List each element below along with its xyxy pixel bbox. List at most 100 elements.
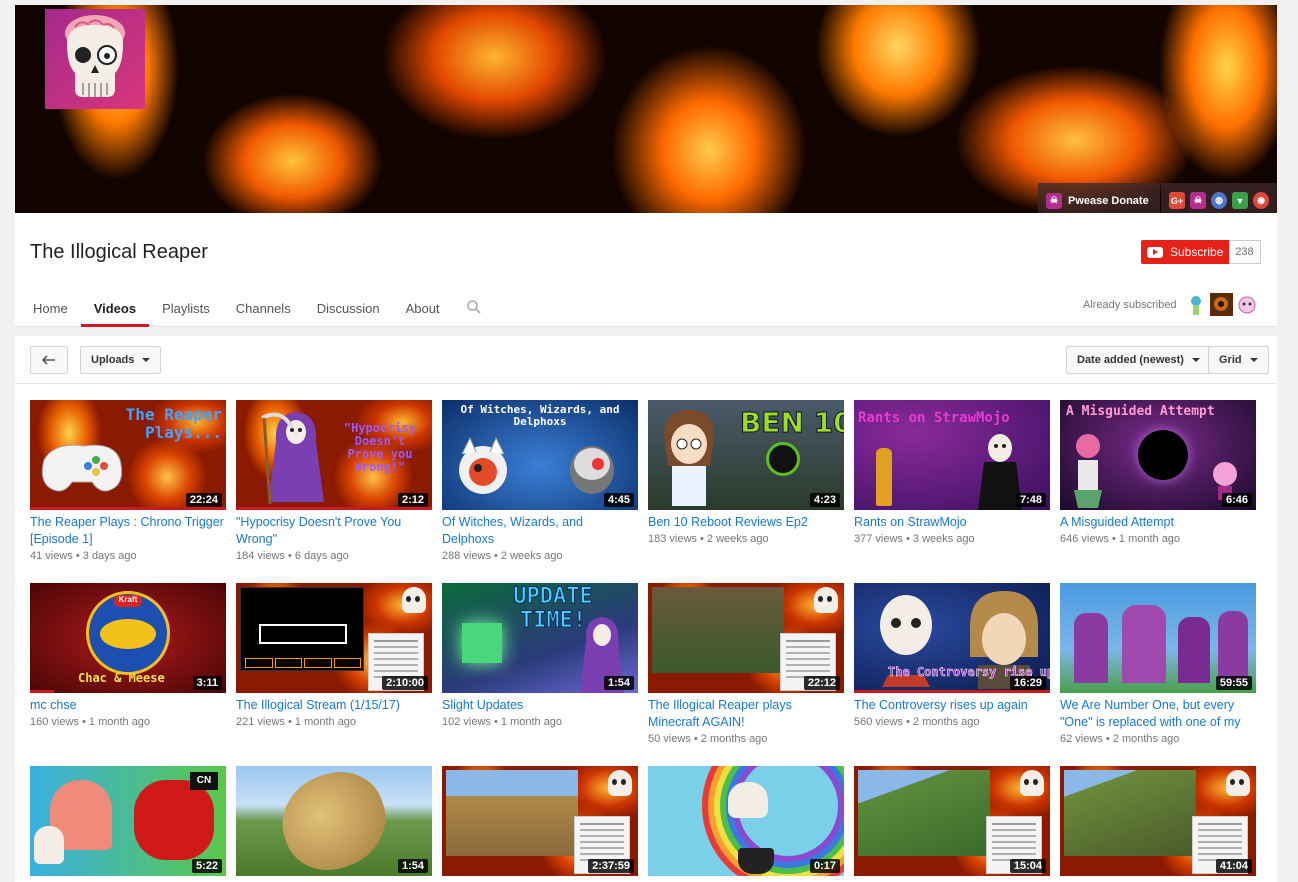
video-thumbnail[interactable]: 22:12 (648, 583, 844, 693)
shirt-icon[interactable]: ▼ (1232, 192, 1248, 209)
video-thumbnail[interactable]: 2:37:59 (442, 766, 638, 876)
upload-age: 2 weeks ago (500, 550, 563, 562)
video-thumbnail[interactable]: Kraft Chac & Meese 3:11 (30, 583, 226, 693)
video-card[interactable]: UPDATE TIME! 1:54 Slight Updates 102 vie… (442, 583, 638, 728)
video-card[interactable]: Rants on StrawMojo 7:48 Rants on StrawMo… (854, 400, 1050, 545)
tab-discussion[interactable]: Discussion (304, 293, 393, 327)
subscriber-count: 238 (1229, 240, 1261, 264)
video-card[interactable]: BEN 10 4:23 Ben 10 Reboot Reviews Ep2 18… (648, 400, 844, 545)
video-thumbnail[interactable]: BEN 10 4:23 (648, 400, 844, 510)
video-card[interactable]: "Hypocrisy Doesn't Prove you Wrong!" 2:1… (236, 400, 432, 562)
video-title[interactable]: Rants on StrawMojo (854, 514, 1050, 531)
video-card[interactable]: The Controversy rise up again 16:29 The … (854, 583, 1050, 728)
subscriber-avatar[interactable] (1185, 293, 1208, 316)
skull-watermark-icon (608, 770, 632, 796)
video-title[interactable]: Ben 10 Reboot Reviews Ep2 (648, 514, 844, 531)
video-meta: 377 views • 3 weeks ago (854, 533, 975, 545)
video-card[interactable]: Kraft Chac & Meese 3:11 mc chse 160 view… (30, 583, 226, 728)
battle-menu (245, 658, 361, 668)
video-meta: 288 views • 2 weeks ago (442, 550, 563, 562)
video-card[interactable]: A Misguided Attempt 6:46 A Misguided Att… (1060, 400, 1256, 545)
video-card[interactable]: 1:54 (236, 766, 432, 876)
video-duration: 41:04 (1215, 859, 1252, 873)
video-meta: 560 views • 2 months ago (854, 716, 980, 728)
view-count: 377 views (854, 533, 903, 545)
video-thumbnail[interactable]: UPDATE TIME! 1:54 (442, 583, 638, 693)
video-duration: 59:55 (1215, 676, 1252, 690)
video-title[interactable]: Slight Updates (442, 697, 638, 714)
video-title[interactable]: We Are Number One, but every "One" is re… (1060, 697, 1256, 731)
globe-icon[interactable]: ◍ (1211, 192, 1227, 209)
video-thumbnail[interactable]: A Misguided Attempt 6:46 (1060, 400, 1256, 510)
video-thumbnail[interactable]: The Controversy rise up again 16:29 (854, 583, 1050, 693)
video-card[interactable]: 15:04 (854, 766, 1050, 876)
view-count: 560 views (854, 716, 903, 728)
video-thumbnail[interactable]: Of Witches, Wizards, and Delphoxs 4:45 (442, 400, 638, 510)
search-icon (466, 300, 481, 314)
channel-avatar[interactable] (45, 9, 145, 109)
cn-logo: CN (190, 772, 218, 790)
deviantart-icon[interactable]: ◉ (1253, 192, 1269, 209)
video-thumbnail[interactable]: The Reaper Plays... 22:24 (30, 400, 226, 510)
view-count: 160 views (30, 716, 79, 728)
chevron-down-icon (1249, 358, 1258, 362)
video-thumbnail[interactable]: 0:17 (648, 766, 844, 876)
google-plus-icon[interactable]: G+ (1169, 192, 1185, 209)
view-count: 184 views (236, 550, 285, 562)
video-duration: 22:24 (185, 493, 222, 507)
video-thumbnail[interactable]: 2:10:00 (236, 583, 432, 693)
channel-tabs: Home Videos Playlists Channels Discussio… (20, 293, 495, 327)
video-thumbnail[interactable]: Rants on StrawMojo 7:48 (854, 400, 1050, 510)
tab-about[interactable]: About (393, 293, 453, 327)
video-thumbnail[interactable]: 41:04 (1060, 766, 1256, 876)
video-card[interactable]: 2:10:00 The Illogical Stream (1/15/17) 2… (236, 583, 432, 728)
video-title[interactable]: A Misguided Attempt (1060, 514, 1256, 531)
video-thumbnail[interactable]: 1:54 (236, 766, 432, 876)
video-card[interactable]: CN 5:22 (30, 766, 226, 876)
video-meta: 646 views • 1 month ago (1060, 533, 1181, 545)
back-button[interactable] (30, 346, 68, 374)
sort-dropdown[interactable]: Date added (newest) (1066, 346, 1211, 374)
video-thumbnail[interactable]: 59:55 (1060, 583, 1256, 693)
video-duration: 22:12 (803, 676, 840, 690)
video-card[interactable]: 41:04 (1060, 766, 1256, 876)
tab-videos[interactable]: Videos (80, 293, 150, 327)
video-card[interactable]: Of Witches, Wizards, and Delphoxs 4:45 O… (442, 400, 638, 562)
video-duration: 2:12 (397, 493, 428, 507)
video-title[interactable]: "Hypocrisy Doesn't Prove You Wrong" (236, 514, 432, 548)
video-title[interactable]: Of Witches, Wizards, and Delphoxs (442, 514, 638, 548)
uploads-dropdown[interactable]: Uploads (80, 346, 162, 374)
video-title[interactable]: The Illogical Stream (1/15/17) (236, 697, 432, 714)
video-meta: 184 views • 6 days ago (236, 550, 349, 562)
upload-age: 1 month ago (500, 716, 563, 728)
donate-link[interactable]: ☠ Pwease Donate (1038, 183, 1160, 213)
video-card[interactable]: 59:55 We Are Number One, but every "One"… (1060, 583, 1256, 745)
subscribe-button[interactable]: Subscribe (1141, 240, 1229, 264)
tab-playlists[interactable]: Playlists (149, 293, 223, 327)
video-thumbnail[interactable]: "Hypocrisy Doesn't Prove you Wrong!" 2:1… (236, 400, 432, 510)
tab-channels[interactable]: Channels (223, 293, 304, 327)
video-title[interactable]: The Controversy rises up again (854, 697, 1050, 714)
creeper-icon (462, 623, 502, 663)
video-title[interactable]: mc chse (30, 697, 226, 714)
video-card[interactable]: 22:12 The Illogical Reaper plays Minecra… (648, 583, 844, 745)
view-dropdown[interactable]: Grid (1208, 346, 1269, 374)
video-title[interactable]: The Illogical Reaper plays Minecraft AGA… (648, 697, 844, 731)
patreon-skull-icon[interactable]: ☠ (1190, 192, 1206, 209)
watch-progress-bar (854, 690, 1050, 693)
video-card[interactable]: 0:17 (648, 766, 844, 876)
channel-search-button[interactable] (453, 293, 495, 327)
tab-home[interactable]: Home (20, 293, 81, 327)
video-thumbnail[interactable]: 15:04 (854, 766, 1050, 876)
video-title[interactable]: The Reaper Plays : Chrono Trigger [Episo… (30, 514, 226, 548)
video-card[interactable]: 2:37:59 (442, 766, 638, 876)
video-card[interactable]: The Reaper Plays... 22:24 The Reaper Pla… (30, 400, 226, 562)
upload-age: 6 days ago (294, 550, 349, 562)
subscriber-avatar[interactable] (1236, 293, 1259, 316)
subscriber-avatar[interactable] (1210, 293, 1233, 316)
chevron-down-icon (1191, 358, 1200, 362)
video-thumbnail[interactable]: CN 5:22 (30, 766, 226, 876)
upload-age: 1 month ago (294, 716, 357, 728)
videos-toolbar: Uploads Date added (newest) Grid (15, 336, 1277, 384)
videos-section: Uploads Date added (newest) Grid The Rea… (15, 336, 1277, 882)
